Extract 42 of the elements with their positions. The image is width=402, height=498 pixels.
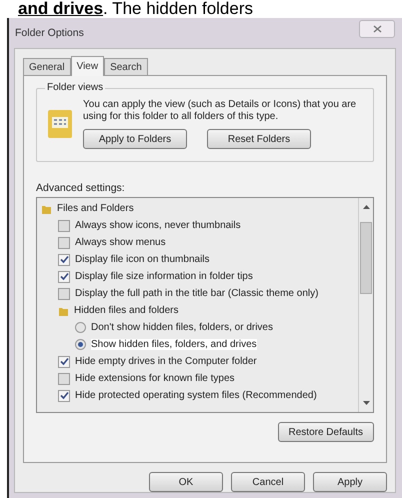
close-icon xyxy=(372,25,382,33)
description-text: You can apply the view (such as Details or Icons) that you are using for this folder to all folders of this type. xyxy=(83,99,358,123)
radio-button[interactable] xyxy=(75,322,86,333)
checkbox[interactable] xyxy=(58,270,70,282)
option-label: Display file icon on thumbnails xyxy=(75,254,210,265)
restore-defaults-button[interactable]: Restore Defaults xyxy=(278,422,374,442)
window-title: Folder Options xyxy=(15,27,84,39)
checkbox[interactable] xyxy=(58,288,70,300)
option-label: Don't show hidden files, folders, or drives xyxy=(91,322,273,333)
dialog-button[interactable]: OK xyxy=(149,472,223,492)
dialog-button[interactable]: Cancel xyxy=(231,472,305,492)
heading-text: and drives. The hidden folders xyxy=(17,0,254,18)
checkbox[interactable] xyxy=(58,390,70,402)
group-label: Hidden files and folders xyxy=(74,305,179,316)
group-label: Files and Folders xyxy=(57,203,134,214)
folder-button[interactable]: Apply to Folders xyxy=(83,129,187,149)
option-label: Always show menus xyxy=(75,237,166,248)
scroll-down-icon xyxy=(362,401,370,405)
radio-button[interactable] xyxy=(75,339,86,350)
checkbox[interactable] xyxy=(58,220,70,232)
tab[interactable]: General xyxy=(23,58,71,75)
option-label: Display file size information in folder tips xyxy=(75,271,253,282)
option-label: Display the full path in the title bar (Classic theme only) xyxy=(75,288,318,299)
dialog-button[interactable]: Apply xyxy=(313,472,387,492)
option-label: Always show icons, never thumbnails xyxy=(75,220,241,231)
close-button[interactable] xyxy=(359,20,395,38)
checkbox[interactable] xyxy=(58,254,70,266)
checkbox[interactable] xyxy=(58,372,70,384)
option-label: Hide extensions for known file types xyxy=(75,373,235,384)
checkbox[interactable] xyxy=(58,236,70,248)
section-label: Advanced settings: xyxy=(36,182,126,194)
folder-view-icon xyxy=(47,109,73,139)
scroll-up-icon xyxy=(362,205,370,209)
option-label: Hide empty drives in the Computer folder xyxy=(75,356,257,367)
folder-button[interactable]: Reset Folders xyxy=(207,129,311,149)
scrollbar[interactable] xyxy=(358,198,373,412)
group-label: Folder views xyxy=(45,82,106,93)
tab[interactable]: Search xyxy=(104,58,148,75)
tab[interactable]: View xyxy=(70,56,104,76)
checkbox[interactable] xyxy=(58,356,70,368)
option-label: Hide protected operating system files (Recommended) xyxy=(75,390,317,401)
option-label: Show hidden files, folders, and drives xyxy=(91,339,257,350)
